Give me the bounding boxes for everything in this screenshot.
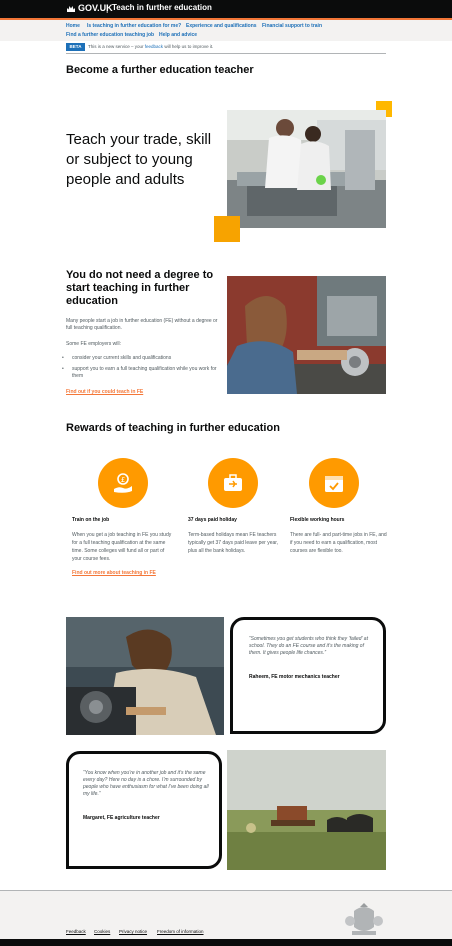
quote-card-margaret: “You know when you’re in another job and… [66, 751, 222, 869]
phase-banner-divider [66, 53, 386, 54]
workshop-image-woman-at-lathe [227, 276, 386, 394]
quote-card-raheem: “Sometimes you get students who think th… [230, 617, 386, 734]
money-hand-icon: £ [98, 458, 148, 508]
calendar-check-icon [309, 458, 359, 508]
crown-icon [67, 6, 75, 12]
beta-tag: BETA [66, 43, 85, 51]
royal-crest-icon [345, 903, 383, 935]
reward-title: 37 days paid holiday [188, 517, 237, 523]
degree-paragraph: Many people start a job in further educa… [66, 318, 218, 331]
agriculture-photo [227, 750, 386, 870]
footer-bottom-bar [0, 939, 452, 946]
nav-item-home[interactable]: Home [66, 23, 80, 29]
degree-heading: You do not need a degree to start teachi… [66, 269, 214, 307]
reward-description: There are full- and part-time jobs in FE… [290, 532, 387, 554]
hero-heading: Teach your trade, skill or subject to yo… [66, 131, 212, 188]
header-separator: | [106, 3, 109, 13]
reward-description: When you get a job teaching in FE you st… [72, 532, 172, 562]
service-name-link[interactable]: Teach in further education [112, 3, 212, 12]
nav-item-find-job[interactable]: Find a further education teaching job [66, 32, 154, 38]
quote-author: Margaret, FE agriculture teacher [83, 815, 160, 821]
rewards-heading: Rewards of teaching in further education [66, 422, 280, 434]
feedback-link[interactable]: feedback [145, 44, 163, 49]
suitcase-plane-icon [208, 458, 258, 508]
mechanic-photo [66, 617, 224, 735]
svg-text:£: £ [121, 476, 125, 484]
reward-title: Flexible working hours [290, 517, 345, 523]
govuk-header: GOV.UK | Teach in further education [0, 0, 452, 18]
nav-item-help[interactable]: Help and advice [159, 32, 197, 38]
footer-link-cookies[interactable]: Cookies [94, 929, 110, 934]
page-title: Become a further education teacher [66, 64, 254, 76]
reward-title: Train on the job [72, 517, 110, 523]
phase-banner-text: This is a new service – your feedback wi… [88, 44, 214, 49]
quote-author: Raheem, FE motor mechanics teacher [249, 674, 340, 680]
footer-link-foi[interactable]: Freedom of information [157, 929, 204, 934]
reward-description: Term-based holidays mean FE teachers typ… [188, 532, 279, 554]
degree-paragraph-2: Some FE employers will: [66, 341, 122, 347]
footer-link-privacy[interactable]: Privacy notice [119, 929, 147, 934]
quote-text: “Sometimes you get students who think th… [249, 636, 368, 656]
main-navigation: Home Is teaching in further education fo… [0, 20, 452, 41]
nav-item-experience[interactable]: Experience and qualifications [186, 23, 257, 29]
hero-image-lab-workers [227, 110, 386, 228]
footer: Feedback Cookies Privacy notice Freedom … [0, 890, 452, 946]
quote-text: “You know when you’re in another job and… [83, 770, 209, 797]
find-out-if-you-could-teach-link[interactable]: Find out if you could teach in FE [66, 389, 143, 395]
nav-item-is-teaching-for-me[interactable]: Is teaching in further education for me? [87, 23, 181, 29]
find-out-more-link[interactable]: Find out more about teaching in FE [72, 570, 156, 576]
footer-link-feedback[interactable]: Feedback [66, 929, 86, 934]
decorative-square-orange [214, 216, 240, 242]
nav-item-financial-support[interactable]: Financial support to train [262, 23, 322, 29]
